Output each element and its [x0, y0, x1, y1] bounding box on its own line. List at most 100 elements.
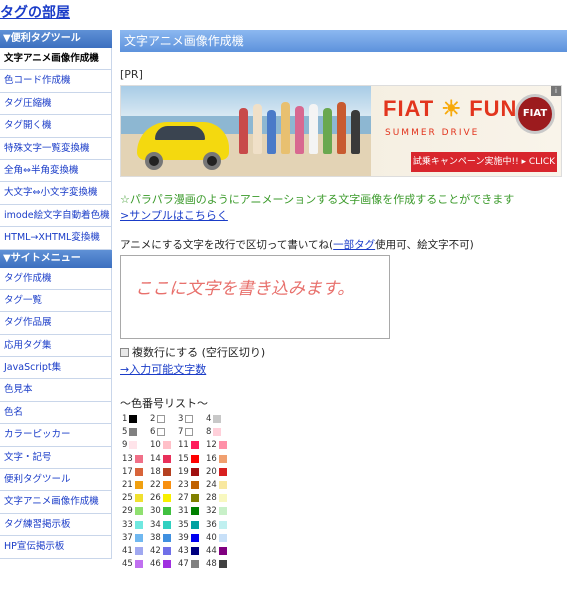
color-number: 12: [206, 440, 217, 451]
color-number: 47: [178, 559, 189, 570]
multiline-checkbox[interactable]: [120, 347, 129, 357]
sidebar-item-applied-tags[interactable]: 応用タグ集: [0, 334, 112, 358]
color-number: 37: [122, 532, 133, 543]
color-number: 19: [178, 466, 189, 477]
banner-brand-area: FIAT ☀ FUN SUMMER DRIVE FIAT 試乗キャンペーン実施中…: [377, 86, 561, 176]
banner-brand: FIAT: [383, 96, 435, 121]
color-entry: 5: [122, 426, 145, 438]
color-entry: 15: [178, 453, 201, 465]
color-swatch: [162, 494, 171, 503]
sidebar-item-tag-compressor[interactable]: タグ圧縮機: [0, 92, 112, 116]
color-entry: 9: [122, 439, 145, 451]
color-number: 23: [178, 480, 189, 491]
sidebar-item-html-xhtml-converter[interactable]: HTML→XHTML変換機: [0, 227, 112, 250]
sidebar-item-tag-list[interactable]: タグ一覧: [0, 289, 112, 313]
color-swatch: [157, 415, 166, 424]
sidebar-item-color-names[interactable]: 色名: [0, 401, 112, 425]
color-swatch: [218, 467, 227, 476]
ad-info-icon[interactable]: i: [551, 86, 561, 96]
sidebar-item-width-converter[interactable]: 全角⇔半角変換機: [0, 159, 112, 183]
sidebar-item-case-converter[interactable]: 大文字⇔小文字変換機: [0, 182, 112, 205]
color-swatch: [134, 507, 143, 516]
color-entry: 39: [178, 532, 201, 544]
color-number: 28: [206, 493, 217, 504]
color-number: 1: [122, 414, 128, 425]
color-swatch: [190, 546, 199, 555]
color-entry: 10: [150, 439, 173, 451]
color-entry: 27: [178, 492, 201, 504]
color-entry: 16: [206, 453, 229, 465]
banner-headline: FIAT ☀ FUN: [383, 96, 517, 122]
color-number: 11: [178, 440, 189, 451]
color-swatch: [218, 560, 227, 569]
sidebar-tools-header: ▼便利タグツール: [0, 30, 112, 48]
color-number: 14: [150, 453, 161, 464]
color-swatch: [213, 415, 222, 424]
color-number: 18: [150, 466, 161, 477]
sidebar-item-anime-image-maker[interactable]: 文字アニメ画像作成機: [0, 48, 112, 71]
color-entry: 45: [122, 558, 145, 570]
banner-person: [239, 108, 248, 154]
sun-icon: ☀: [441, 96, 463, 121]
sidebar-item-imode-emoji-colorer[interactable]: imode絵文字自動着色機: [0, 204, 112, 228]
sidebar-item-color-picker[interactable]: カラーピッカー: [0, 424, 112, 447]
color-number: 26: [150, 493, 161, 504]
color-entry: 18: [150, 466, 173, 478]
sidebar-item-anime-image-maker-2[interactable]: 文字アニメ画像作成機: [0, 491, 112, 514]
sidebar-item-practice-board[interactable]: タグ練習掲示板: [0, 513, 112, 537]
car-window: [155, 126, 205, 140]
banner-brand-2: FUN: [469, 96, 518, 121]
color-swatch: [185, 428, 194, 437]
ad-banner[interactable]: FIAT ☀ FUN SUMMER DRIVE FIAT 試乗キャンペーン実施中…: [120, 85, 562, 177]
instruction-suffix: 使用可、絵文字不可): [375, 239, 474, 251]
sidebar-item-color-code-maker[interactable]: 色コード作成機: [0, 70, 112, 93]
multiline-option[interactable]: 複数行にする (空行区切り): [120, 344, 567, 360]
sidebar-item-tag-gallery[interactable]: タグ作品展: [0, 312, 112, 335]
sidebar-item-handy-tools[interactable]: 便利タグツール: [0, 469, 112, 492]
sidebar-item-promo-board[interactable]: HP宣伝掲示板: [0, 536, 112, 559]
sidebar-item-color-samples[interactable]: 色見本: [0, 379, 112, 402]
color-number: 43: [178, 545, 189, 556]
color-swatch: [190, 507, 199, 516]
color-entry: 8: [206, 426, 229, 438]
color-number: 41: [122, 545, 133, 556]
instruction-prefix: アニメにする文字を改行で区切って書いてね(: [120, 239, 334, 251]
color-number: 24: [206, 480, 217, 491]
sidebar-item-tag-maker[interactable]: タグ作成機: [0, 267, 112, 290]
site-title[interactable]: タグの部屋: [0, 2, 70, 22]
color-swatch: [218, 533, 227, 542]
color-swatch: [218, 494, 227, 503]
color-entry: 28: [206, 492, 229, 504]
description-text: ☆パラパラ漫画のようにアニメーションする文字画像を作成することができます: [120, 193, 515, 206]
sidebar-item-special-char-converter[interactable]: 特殊文字一覧変換機: [0, 137, 112, 160]
color-swatch: [218, 520, 227, 529]
color-number: 13: [122, 453, 133, 464]
color-number: 17: [122, 466, 133, 477]
some-tags-link[interactable]: 一部タグ: [333, 239, 375, 251]
sidebar-item-characters-symbols[interactable]: 文字・記号: [0, 446, 112, 470]
color-number: 20: [206, 466, 217, 477]
banner-person: [309, 104, 318, 154]
color-entry: 4: [206, 413, 229, 425]
page-title: 文字アニメ画像作成機: [120, 30, 567, 52]
color-number: 32: [206, 506, 217, 517]
color-swatch: [190, 520, 199, 529]
color-entry: 40: [206, 532, 229, 544]
color-number: 44: [206, 545, 217, 556]
color-swatch: [157, 428, 166, 437]
animation-text-input[interactable]: ここに文字を書き込みます。: [120, 255, 390, 339]
car-wheel: [145, 152, 163, 170]
color-number: 30: [150, 506, 161, 517]
color-swatch: [190, 454, 199, 463]
banner-cta[interactable]: 試乗キャンペーン実施中!! ▸ CLICK: [411, 152, 557, 172]
color-number: 31: [178, 506, 189, 517]
sidebar-item-tag-opener[interactable]: タグ開く機: [0, 115, 112, 138]
char-count-link[interactable]: →入力可能文字数: [120, 361, 206, 377]
sidebar-item-javascript[interactable]: JavaScript集: [0, 357, 112, 380]
color-number: 6: [150, 427, 156, 438]
color-swatch: [129, 428, 138, 437]
color-entry: 34: [150, 519, 173, 531]
color-number: 29: [122, 506, 133, 517]
color-swatch: [190, 560, 199, 569]
sample-link[interactable]: >サンプルはこちらく: [120, 207, 228, 223]
